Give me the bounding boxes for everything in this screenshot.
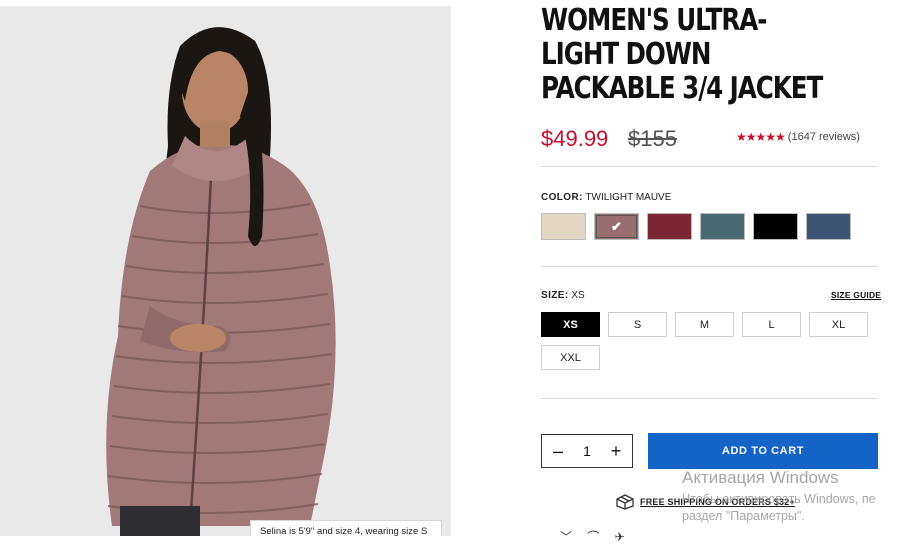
color-swatch[interactable]	[700, 213, 745, 240]
plus-icon[interactable]: +	[606, 441, 626, 462]
rating[interactable]: ★★★★★ (1647 reviews)	[736, 130, 860, 144]
selected-size: XS	[571, 290, 585, 301]
color-label: COLOR: TWILIGHT MAUVE	[541, 192, 672, 203]
box-icon	[616, 494, 634, 510]
size-option-xxl[interactable]: XXL	[541, 345, 600, 370]
minus-icon[interactable]: –	[548, 441, 568, 462]
divider	[541, 398, 878, 399]
review-count[interactable]: (1647 reviews)	[788, 131, 860, 143]
color-swatch[interactable]	[753, 213, 798, 240]
product-title: WOMEN'S ULTRA-LIGHT DOWN PACKABLE 3/4 JA…	[541, 3, 823, 106]
color-swatches: ✔	[541, 213, 851, 240]
selected-color: TWILIGHT MAUVE	[585, 192, 672, 203]
bottom-icons: ﹀ ⌒ ✈	[560, 530, 631, 544]
model-illustration	[0, 6, 451, 536]
add-to-cart-button[interactable]: ADD TO CART	[648, 433, 878, 469]
size-guide-link[interactable]: SIZE GUIDE	[831, 290, 881, 300]
size-option-l[interactable]: L	[742, 312, 801, 337]
size-option-s[interactable]: S	[608, 312, 667, 337]
size-options: XS S M L XL XXL	[541, 312, 881, 370]
image-caption: Selina is 5'9" and size 4, wearing size …	[250, 520, 442, 536]
divider	[541, 266, 878, 267]
original-price: $155	[628, 126, 677, 151]
star-rating-icon: ★★★★★	[736, 130, 786, 144]
color-swatch[interactable]	[647, 213, 692, 240]
divider	[541, 166, 878, 167]
product-image[interactable]: Selina is 5'9" and size 4, wearing size …	[0, 6, 451, 536]
quantity-stepper: – 1 +	[541, 434, 633, 468]
size-option-m[interactable]: M	[675, 312, 734, 337]
color-swatch[interactable]	[806, 213, 851, 240]
color-swatch[interactable]	[541, 213, 586, 240]
windows-activation-watermark: Активация Windows Чтобы активировать Win…	[682, 468, 876, 523]
sale-price: $49.99	[541, 126, 609, 151]
color-swatch[interactable]: ✔	[594, 213, 639, 240]
size-option-xs[interactable]: XS	[541, 312, 600, 337]
check-icon: ✔	[611, 218, 622, 234]
size-label: SIZE: XS	[541, 290, 585, 301]
quantity-value[interactable]: 1	[583, 443, 591, 459]
size-option-xl[interactable]: XL	[809, 312, 868, 337]
